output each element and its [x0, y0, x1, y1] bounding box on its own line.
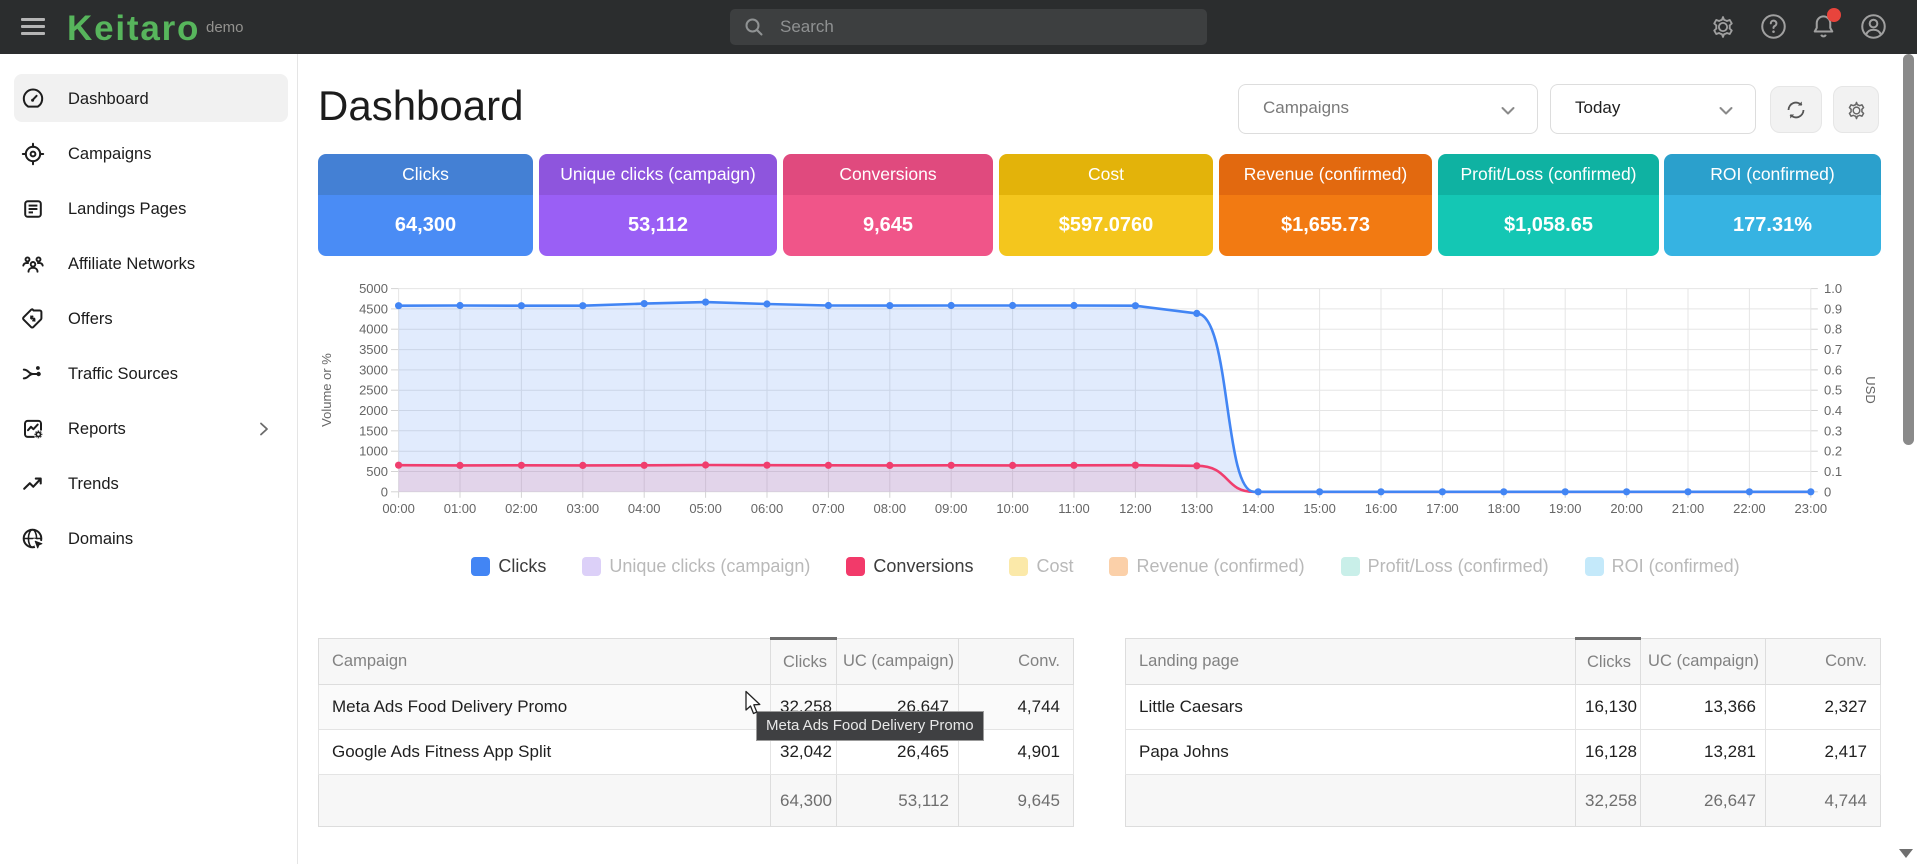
svg-text:1.0: 1.0 — [1824, 281, 1842, 296]
svg-text:Volume or %: Volume or % — [319, 353, 334, 427]
svg-text:0.6: 0.6 — [1824, 362, 1842, 377]
svg-text:06:00: 06:00 — [751, 501, 784, 516]
svg-text:08:00: 08:00 — [874, 501, 907, 516]
svg-text:0.4: 0.4 — [1824, 403, 1842, 418]
svg-text:00:00: 00:00 — [382, 501, 415, 516]
svg-text:22:00: 22:00 — [1733, 501, 1766, 516]
svg-text:0.3: 0.3 — [1824, 423, 1842, 438]
svg-text:20:00: 20:00 — [1610, 501, 1643, 516]
svg-text:21:00: 21:00 — [1672, 501, 1705, 516]
svg-text:5000: 5000 — [359, 281, 388, 296]
svg-text:13:00: 13:00 — [1181, 501, 1214, 516]
svg-text:500: 500 — [366, 464, 388, 479]
svg-text:01:00: 01:00 — [444, 501, 477, 516]
svg-text:3000: 3000 — [359, 362, 388, 377]
svg-text:23:00: 23:00 — [1795, 501, 1828, 516]
svg-text:0.1: 0.1 — [1824, 464, 1842, 479]
svg-text:07:00: 07:00 — [812, 501, 845, 516]
svg-text:0: 0 — [1824, 484, 1831, 499]
svg-text:0.2: 0.2 — [1824, 444, 1842, 459]
svg-text:0.9: 0.9 — [1824, 301, 1842, 316]
svg-text:12:00: 12:00 — [1119, 501, 1152, 516]
svg-text:02:00: 02:00 — [505, 501, 538, 516]
svg-text:09:00: 09:00 — [935, 501, 968, 516]
svg-text:0.8: 0.8 — [1824, 322, 1842, 337]
svg-text:04:00: 04:00 — [628, 501, 661, 516]
svg-text:4500: 4500 — [359, 301, 388, 316]
svg-text:10:00: 10:00 — [996, 501, 1029, 516]
svg-text:3500: 3500 — [359, 342, 388, 357]
svg-text:05:00: 05:00 — [689, 501, 722, 516]
svg-text:14:00: 14:00 — [1242, 501, 1275, 516]
svg-text:0.7: 0.7 — [1824, 342, 1842, 357]
svg-text:1500: 1500 — [359, 423, 388, 438]
svg-text:4000: 4000 — [359, 322, 388, 337]
svg-text:17:00: 17:00 — [1426, 501, 1459, 516]
svg-text:1000: 1000 — [359, 444, 388, 459]
svg-text:15:00: 15:00 — [1303, 501, 1336, 516]
svg-text:19:00: 19:00 — [1549, 501, 1582, 516]
svg-text:16:00: 16:00 — [1365, 501, 1398, 516]
svg-text:0.5: 0.5 — [1824, 383, 1842, 398]
svg-text:11:00: 11:00 — [1058, 501, 1090, 516]
svg-text:03:00: 03:00 — [567, 501, 600, 516]
svg-text:USD: USD — [1863, 376, 1878, 403]
svg-text:0: 0 — [381, 484, 388, 499]
svg-text:2500: 2500 — [359, 383, 388, 398]
svg-text:18:00: 18:00 — [1488, 501, 1521, 516]
svg-text:2000: 2000 — [359, 403, 388, 418]
